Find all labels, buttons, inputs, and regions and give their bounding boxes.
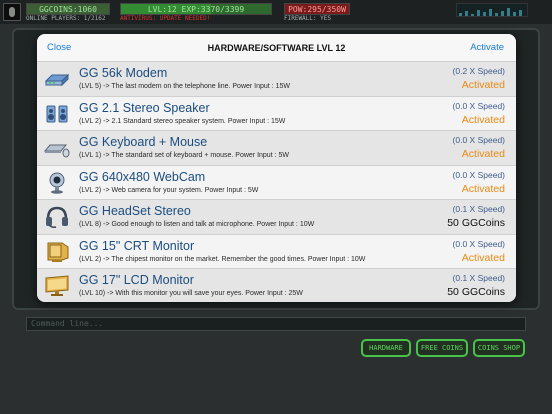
- firewall-status: FIREWALL: YES: [284, 15, 331, 22]
- hardware-modal: Close HARDWARE/SOFTWARE LVL 12 Activate …: [37, 34, 516, 302]
- level-exp-label: LVL:12 EXP:3370/3399: [147, 5, 245, 14]
- item-status: Activated: [461, 79, 505, 91]
- item-description: (LVL 1) -> The standard set of keyboard …: [79, 152, 289, 159]
- crt-monitor-icon: [44, 240, 70, 264]
- hardware-button[interactable]: HARDWARE: [361, 339, 411, 357]
- hardware-item-row[interactable]: GG HeadSet Stereo (LVL 8) -> Good enough …: [37, 200, 516, 235]
- lcd-monitor-icon: [44, 274, 70, 298]
- item-title: GG 640x480 WebCam: [79, 169, 206, 184]
- item-speed: (0.0 X Speed): [452, 135, 505, 145]
- player-avatar[interactable]: [3, 3, 21, 21]
- hardware-item-row[interactable]: GG 56k Modem (LVL 5) -> The last modem on…: [37, 62, 516, 97]
- activate-button[interactable]: Activate: [470, 34, 504, 62]
- item-price: 50 GGCoins: [447, 217, 505, 229]
- item-speed: (0.0 X Speed): [452, 238, 505, 249]
- hardware-item-row[interactable]: GG 2.1 Stereo Speaker (LVL 2) -> 2.1 Stan…: [37, 96, 516, 131]
- item-description: (LVL 5) -> The last modem on the telepho…: [79, 83, 290, 90]
- online-players: ONLINE PLAYERS: 1/2162: [26, 15, 106, 22]
- item-description: (LVL 2) -> The chipest monitor on the ma…: [79, 255, 366, 263]
- item-status: Activated: [461, 251, 505, 264]
- antivirus-status: ANTIVIRUS: UPDATE NEEDED!: [120, 15, 211, 22]
- item-status: Activated: [461, 148, 505, 160]
- item-title: GG 15" CRT Monitor: [79, 238, 195, 253]
- activity-graph: [456, 3, 528, 17]
- modal-header: Close HARDWARE/SOFTWARE LVL 12 Activate: [37, 34, 516, 62]
- free-coins-button[interactable]: FREE COINS: [416, 339, 468, 357]
- modal-title: HARDWARE/SOFTWARE LVL 12: [207, 43, 346, 53]
- item-title: GG Keyboard + Mouse: [79, 135, 208, 149]
- item-status: Activated: [461, 113, 505, 126]
- speaker-icon: [44, 102, 70, 126]
- modem-icon: [44, 67, 70, 91]
- hardware-item-row[interactable]: GG 15" CRT Monitor (LVL 2) -> The chipest…: [37, 234, 516, 269]
- item-title: GG 56k Modem: [79, 66, 168, 80]
- item-price: 50 GGCoins: [447, 286, 505, 298]
- item-description: (LVL 8) -> Good enough to listen and tal…: [79, 221, 315, 228]
- coins-counter: GGCOINS:1060: [26, 3, 110, 15]
- level-exp-bar: LVL:12 EXP:3370/3399: [120, 3, 272, 15]
- coins-shop-button[interactable]: COINS SHOP: [473, 339, 525, 357]
- item-speed: (0.2 X Speed): [452, 66, 505, 76]
- item-description: (LVL 10) -> With this monitor you will s…: [79, 290, 303, 297]
- item-description: (LVL 2) -> Web camera for your system. P…: [79, 186, 259, 194]
- power-meter: POW:295/350W: [284, 3, 350, 15]
- hardware-list: GG 56k Modem (LVL 5) -> The last modem on…: [37, 62, 516, 302]
- item-speed: (0.0 X Speed): [452, 100, 505, 111]
- item-title: GG 17" LCD Monitor: [79, 273, 194, 287]
- command-line-input[interactable]: Command line...: [26, 317, 526, 331]
- top-hud: GGCOINS:1060 ONLINE PLAYERS: 1/2162 LVL:…: [0, 0, 552, 24]
- keyboard-mouse-icon: [43, 136, 70, 160]
- webcam-icon: [44, 171, 70, 195]
- item-speed: (0.1 X Speed): [452, 273, 505, 283]
- item-description: (LVL 2) -> 2.1 Standard stereo speaker s…: [79, 117, 286, 125]
- item-speed: (0.1 X Speed): [452, 204, 505, 214]
- hardware-item-row[interactable]: GG 17" LCD Monitor (LVL 10) -> With this …: [37, 269, 516, 302]
- hardware-item-row[interactable]: GG Keyboard + Mouse (LVL 1) -> The standa…: [37, 131, 516, 166]
- headset-icon: [44, 205, 70, 229]
- item-status: Activated: [461, 182, 505, 195]
- item-title: GG 2.1 Stereo Speaker: [79, 100, 210, 115]
- item-speed: (0.0 X Speed): [452, 169, 505, 180]
- item-title: GG HeadSet Stereo: [79, 204, 191, 218]
- hardware-item-row[interactable]: GG 640x480 WebCam (LVL 2) -> Web camera f…: [37, 165, 516, 200]
